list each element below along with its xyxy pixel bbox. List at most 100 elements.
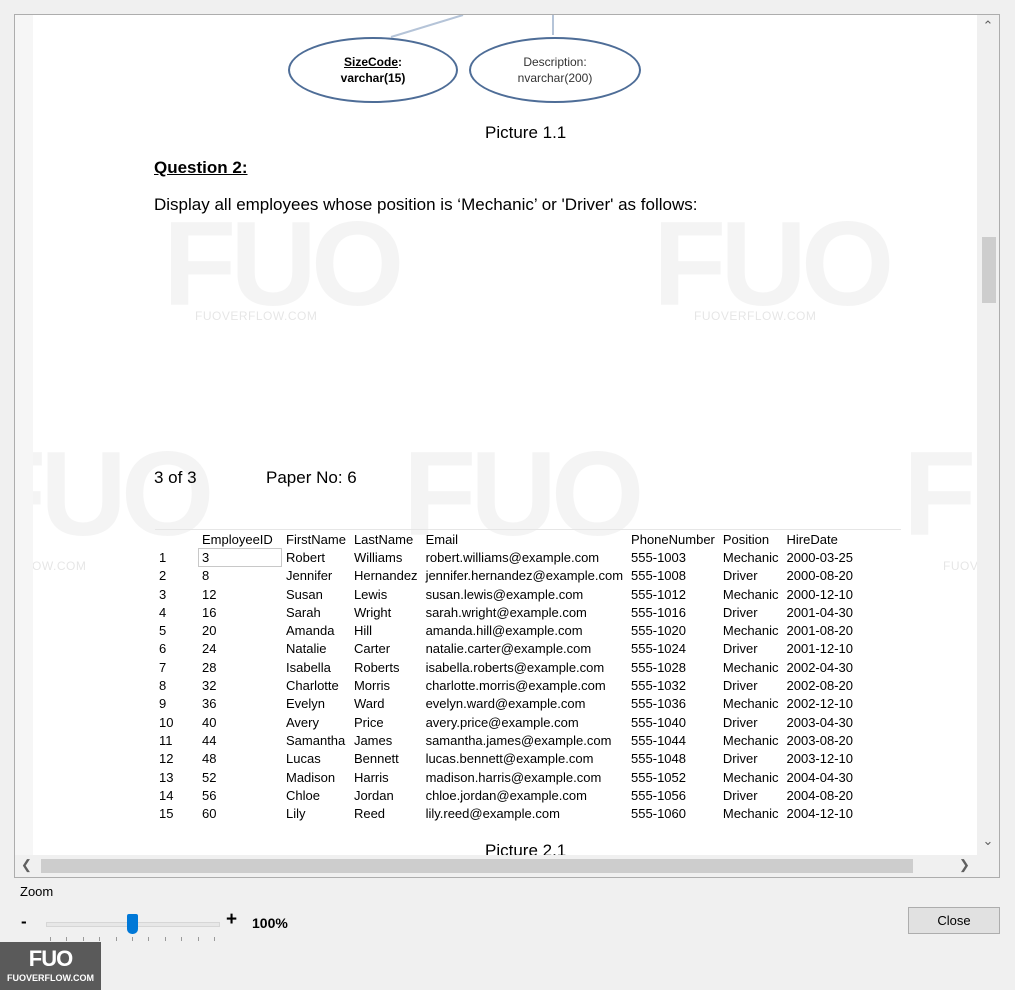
table-row[interactable]: 6 24 Natalie Carter natalie.carter@example.c… <box>155 640 857 658</box>
table-cell[interactable]: Driver <box>719 567 783 585</box>
table-cell[interactable]: madison.harris@example.com <box>422 768 627 786</box>
table-cell[interactable]: 555-1020 <box>627 621 719 639</box>
table-cell[interactable]: 2002-12-10 <box>783 695 858 713</box>
table-row[interactable]: 3 12 Susan Lewis susan.lewis@example.com 555-… <box>155 585 857 603</box>
table-cell[interactable]: 2004-12-10 <box>783 804 858 822</box>
table-cell[interactable]: Roberts <box>350 658 422 676</box>
table-cell[interactable]: isabella.roberts@example.com <box>422 658 627 676</box>
table-cell[interactable]: Avery <box>282 713 350 731</box>
table-cell[interactable]: jennifer.hernandez@example.com <box>422 567 627 585</box>
table-cell[interactable]: 32 <box>198 676 282 694</box>
scroll-down-icon[interactable]: ⌄ <box>980 833 996 849</box>
table-cell[interactable]: Driver <box>719 786 783 804</box>
table-cell[interactable]: 2000-12-10 <box>783 585 858 603</box>
table-cell[interactable]: 2003-12-10 <box>783 750 858 768</box>
table-cell[interactable]: Wright <box>350 603 422 621</box>
column-header[interactable]: Email <box>422 530 627 548</box>
table-cell[interactable]: Jennifer <box>282 567 350 585</box>
table-cell[interactable]: Harris <box>350 768 422 786</box>
table-cell[interactable]: Susan <box>282 585 350 603</box>
table-cell[interactable]: Madison <box>282 768 350 786</box>
table-cell[interactable]: charlotte.morris@example.com <box>422 676 627 694</box>
table-row[interactable]: 15 60 Lily Reed lily.reed@example.com 555-106… <box>155 804 857 822</box>
table-cell[interactable]: samantha.james@example.com <box>422 731 627 749</box>
table-row[interactable]: 10 40 Avery Price avery.price@example.com 555… <box>155 713 857 731</box>
table-cell[interactable]: Amanda <box>282 621 350 639</box>
scroll-up-icon[interactable]: ⌃ <box>980 18 996 34</box>
table-row[interactable]: 5 20 Amanda Hill amanda.hill@example.com 555-… <box>155 621 857 639</box>
table-cell[interactable]: 2004-08-20 <box>783 786 858 804</box>
table-cell[interactable]: evelyn.ward@example.com <box>422 695 627 713</box>
table-cell[interactable]: 44 <box>198 731 282 749</box>
table-cell[interactable]: Samantha <box>282 731 350 749</box>
column-header[interactable]: FirstName <box>282 530 350 548</box>
column-header[interactable]: EmployeeID <box>198 530 282 548</box>
table-cell[interactable]: 28 <box>198 658 282 676</box>
zoom-plus[interactable]: + <box>226 909 237 931</box>
table-cell[interactable]: 555-1048 <box>627 750 719 768</box>
table-cell[interactable]: 555-1008 <box>627 567 719 585</box>
table-cell[interactable]: susan.lewis@example.com <box>422 585 627 603</box>
table-cell[interactable]: Mechanic <box>719 548 783 566</box>
table-cell[interactable]: Mechanic <box>719 658 783 676</box>
table-cell[interactable]: Mechanic <box>719 804 783 822</box>
table-cell[interactable]: lucas.bennett@example.com <box>422 750 627 768</box>
table-row[interactable]: 11 44 Samantha James samantha.james@example.… <box>155 731 857 749</box>
table-cell[interactable]: 555-1040 <box>627 713 719 731</box>
zoom-slider[interactable] <box>46 914 220 944</box>
table-cell[interactable]: 2000-08-20 <box>783 567 858 585</box>
table-cell[interactable]: Driver <box>719 676 783 694</box>
column-header[interactable]: HireDate <box>783 530 858 548</box>
table-cell[interactable]: Driver <box>719 640 783 658</box>
table-cell[interactable]: 555-1060 <box>627 804 719 822</box>
horizontal-scrollbar[interactable]: ❮ ❯ <box>15 855 977 877</box>
table-cell[interactable]: Mechanic <box>719 731 783 749</box>
scroll-right-icon[interactable]: ❯ <box>959 857 970 873</box>
table-cell[interactable]: 48 <box>198 750 282 768</box>
table-cell[interactable]: 16 <box>198 603 282 621</box>
table-row[interactable]: 12 48 Lucas Bennett lucas.bennett@example.co… <box>155 750 857 768</box>
table-cell[interactable]: Price <box>350 713 422 731</box>
table-cell[interactable]: Morris <box>350 676 422 694</box>
table-cell[interactable]: Jordan <box>350 786 422 804</box>
table-cell[interactable]: 2004-04-30 <box>783 768 858 786</box>
table-row[interactable]: 4 16 Sarah Wright sarah.wright@example.com 55… <box>155 603 857 621</box>
table-cell[interactable]: natalie.carter@example.com <box>422 640 627 658</box>
table-cell[interactable]: 2001-08-20 <box>783 621 858 639</box>
table-cell[interactable]: Lucas <box>282 750 350 768</box>
zoom-minus[interactable]: - <box>21 912 27 932</box>
vertical-scrollbar[interactable]: ⌃ ⌄ <box>977 15 999 855</box>
table-cell[interactable]: Ward <box>350 695 422 713</box>
table-row[interactable]: 1 3 Robert Williams robert.williams@example.… <box>155 548 857 567</box>
table-cell[interactable]: 60 <box>198 804 282 822</box>
table-cell[interactable]: Carter <box>350 640 422 658</box>
table-cell[interactable]: 24 <box>198 640 282 658</box>
table-row[interactable]: 2 8 Jennifer Hernandez jennifer.hernandez@ex… <box>155 567 857 585</box>
zoom-slider-thumb[interactable] <box>127 914 138 934</box>
table-cell[interactable]: Mechanic <box>719 768 783 786</box>
table-cell[interactable]: 555-1032 <box>627 676 719 694</box>
table-cell[interactable]: 2002-04-30 <box>783 658 858 676</box>
table-cell[interactable]: 12 <box>198 585 282 603</box>
table-cell[interactable]: Bennett <box>350 750 422 768</box>
table-cell[interactable]: 20 <box>198 621 282 639</box>
table-cell[interactable]: Williams <box>350 548 422 566</box>
table-cell[interactable]: amanda.hill@example.com <box>422 621 627 639</box>
table-cell[interactable]: James <box>350 731 422 749</box>
table-cell[interactable]: Robert <box>282 548 350 566</box>
table-cell[interactable]: Chloe <box>282 786 350 804</box>
table-cell[interactable]: 555-1016 <box>627 603 719 621</box>
table-cell[interactable]: 555-1003 <box>627 548 719 566</box>
vertical-scroll-thumb[interactable] <box>982 237 996 303</box>
table-cell[interactable]: 555-1024 <box>627 640 719 658</box>
table-row[interactable]: 14 56 Chloe Jordan chloe.jordan@example.com 5… <box>155 786 857 804</box>
table-cell[interactable]: Driver <box>719 603 783 621</box>
table-cell[interactable]: robert.williams@example.com <box>422 548 627 566</box>
table-cell[interactable]: 52 <box>198 768 282 786</box>
table-cell[interactable]: Driver <box>719 750 783 768</box>
document-viewport[interactable]: FUO FUO FUO FUO FUO FUOVERFLOW.COM FUOVE… <box>15 15 977 855</box>
column-header[interactable]: PhoneNumber <box>627 530 719 548</box>
table-cell[interactable]: 555-1036 <box>627 695 719 713</box>
table-cell[interactable]: Natalie <box>282 640 350 658</box>
table-cell[interactable]: 555-1052 <box>627 768 719 786</box>
